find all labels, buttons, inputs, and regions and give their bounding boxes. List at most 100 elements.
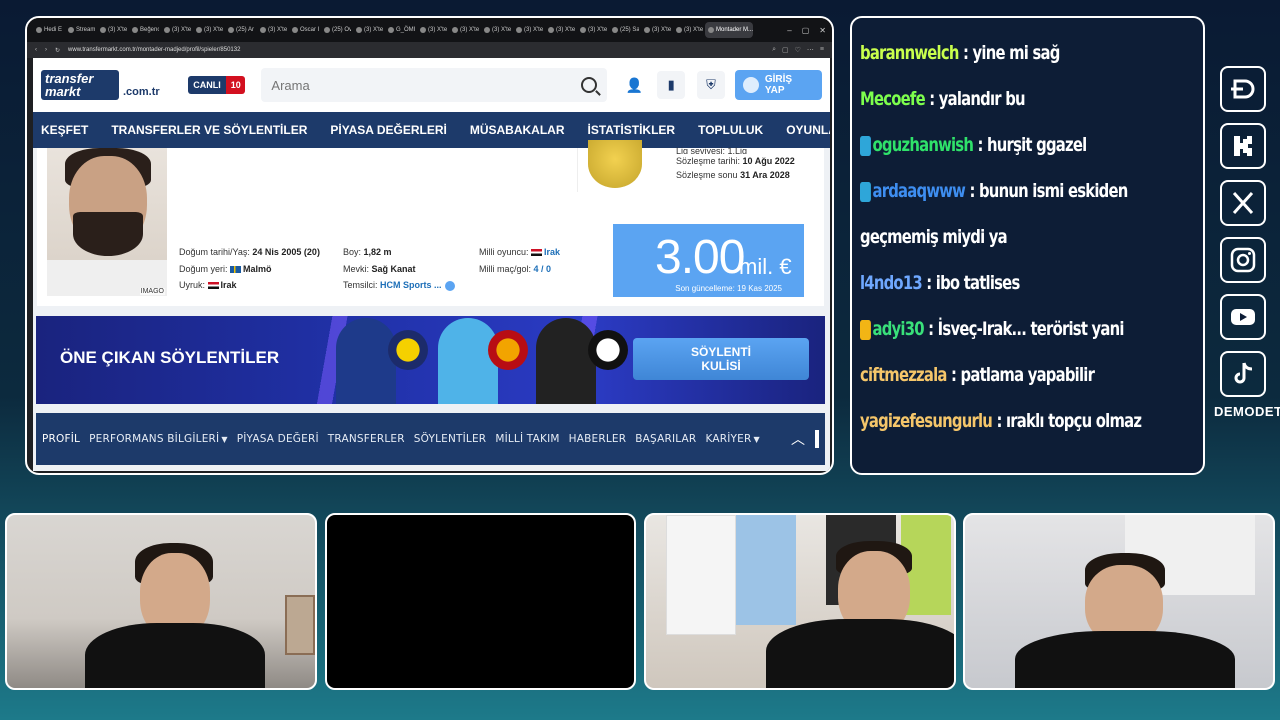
chat-username[interactable]: l4ndo13 [860, 272, 923, 294]
tab-label: (3) X'te [524, 27, 543, 33]
back-icon[interactable]: ‹ [35, 47, 37, 53]
maximize-icon[interactable]: ▢ [802, 26, 810, 35]
agent-link[interactable]: HCM Sports ... [380, 280, 442, 290]
browser-tab[interactable]: (3) X'te [97, 22, 127, 38]
chat-username[interactable]: ciftmezzala [860, 364, 947, 386]
browser-tab[interactable]: Stream [65, 22, 95, 38]
transfermarkt-logo[interactable]: transfer markt .com.tr [41, 68, 168, 102]
browser-tab[interactable]: G_ÖMI [385, 22, 415, 38]
chat-username[interactable]: barannwelch [860, 42, 959, 64]
browser-tab[interactable]: (25) Sa [609, 22, 639, 38]
browser-tab[interactable]: Oscar I [289, 22, 319, 38]
subnav-news[interactable]: HABERLER [569, 433, 627, 445]
screenshot-icon[interactable]: ▢ [782, 46, 789, 54]
bookmark-icon[interactable]: ♡ [795, 46, 801, 54]
browser-tab[interactable]: (3) X'te [193, 22, 223, 38]
agent-label: Temsilci: [343, 280, 378, 290]
url-field[interactable]: www.transfermarkt.com.tr/montader-madjed… [68, 47, 764, 53]
tab-favicon-icon [100, 27, 106, 33]
chat-username[interactable]: yagizefesungurlu [860, 410, 993, 432]
subnav-rumours[interactable]: SÖYLENTİLER [414, 433, 487, 445]
nav-item-statistics[interactable]: İSTATİSTİKLER [588, 123, 676, 137]
caret-down-icon: ▼ [753, 435, 760, 444]
chat-username[interactable]: adyi30 [872, 318, 924, 340]
browser-tab[interactable]: (3) X'te [417, 22, 447, 38]
kick-icon[interactable] [1220, 123, 1266, 169]
browser-tab[interactable]: Beğenc [129, 22, 159, 38]
subnav-market-value[interactable]: PİYASA DEĞERİ [237, 433, 319, 445]
tab-favicon-icon [356, 27, 362, 33]
live-badge[interactable]: CANLI 10 [188, 76, 246, 94]
nav-item-games[interactable]: OYUNLAR [786, 123, 830, 137]
subnav-national-team[interactable]: MİLLİ TAKIM [495, 433, 559, 445]
browser-tab[interactable]: (3) X'te [481, 22, 511, 38]
instagram-icon[interactable] [1220, 237, 1266, 283]
market-value-box[interactable]: 3.00 mil. € Son güncelleme: 19 Kas 2025 [613, 224, 804, 297]
browser-tab[interactable]: (3) X'te [513, 22, 543, 38]
logo-tld[interactable]: .com.tr [123, 86, 160, 98]
chevron-up-icon[interactable]: ︿ [791, 429, 805, 449]
chat-username[interactable]: oguzhanwish [872, 134, 973, 156]
rumour-mill-button[interactable]: SÖYLENTİ KULİSİ [633, 338, 809, 380]
tab-label: (3) X'te [268, 27, 287, 33]
browser-tab[interactable]: Hedi E [33, 22, 63, 38]
player-profile: IMAGO Lig seviyesi: 1.Lig Sözleşme tarih… [37, 140, 824, 306]
tab-favicon-icon [452, 27, 458, 33]
menu-icon[interactable]: ≡ [820, 46, 824, 54]
browser-tab[interactable]: (3) X'te [641, 22, 671, 38]
national-link[interactable]: Irak [544, 247, 560, 257]
extensions-icon[interactable]: ⋯ [807, 46, 814, 54]
nav-item-market-values[interactable]: PİYASA DEĞERLERİ [330, 123, 446, 137]
sweden-flag-icon [230, 265, 242, 273]
player-photo: IMAGO [47, 148, 167, 296]
tab-favicon-icon [580, 27, 586, 33]
chat-username[interactable]: ardaaqwww [872, 180, 965, 202]
youtube-icon[interactable] [1220, 294, 1266, 340]
subnav-career[interactable]: KARİYER ▼ [705, 433, 759, 445]
browser-tab[interactable]: (3) X'te [353, 22, 383, 38]
subnav-performance[interactable]: PERFORMANS BİLGİLERİ ▼ [89, 433, 228, 445]
shield-button[interactable]: ⛨ [697, 71, 725, 99]
tab-favicon-icon [516, 27, 522, 33]
reload-icon[interactable]: ↻ [55, 47, 60, 54]
browser-tab[interactable]: (3) X'te [577, 22, 607, 38]
caps-link[interactable]: 4 / 0 [534, 264, 552, 274]
login-button[interactable]: GİRİŞ YAP [734, 70, 823, 100]
nav-item-explore[interactable]: KEŞFET [41, 123, 88, 137]
nav-item-community[interactable]: TOPLULUK [698, 123, 763, 137]
browser-tab[interactable]: Montader M... [705, 22, 753, 38]
bookmark-button[interactable]: ▮ [657, 71, 686, 99]
user-search-icon[interactable]: 👤 [623, 74, 645, 96]
browser-tab[interactable]: (25) Ar [225, 22, 255, 38]
subnav-transfers[interactable]: TRANSFERLER [328, 433, 405, 445]
club-crest[interactable] [588, 140, 642, 188]
tab-label: Montader M... [716, 27, 753, 33]
browser-tab[interactable]: (3) X'te [449, 22, 479, 38]
minimize-icon[interactable]: – [787, 26, 791, 35]
browser-tab[interactable]: (25) Ov [321, 22, 351, 38]
subnav-profile[interactable]: PROFİL [42, 433, 80, 445]
forward-icon[interactable]: › [45, 47, 47, 53]
search-input[interactable] [271, 77, 582, 93]
sidebar-toggle-icon[interactable] [815, 430, 819, 448]
browser-tab[interactable]: (3) X'te [257, 22, 287, 38]
facts-col-3: Milli oyuncu: Irak Milli maç/gol: 4 / 0 [479, 244, 560, 277]
tab-favicon-icon [68, 27, 74, 33]
nav-item-competitions[interactable]: MÜSABAKALAR [470, 123, 565, 137]
search-icon[interactable]: ⌕ [772, 46, 776, 54]
browser-tab[interactable]: (3) X'te [161, 22, 191, 38]
browser-tab[interactable]: (3) X'te [545, 22, 575, 38]
live-label: CANLI [188, 76, 226, 94]
kick-like-icon[interactable] [1220, 66, 1266, 112]
nav-item-transfers[interactable]: TRANSFERLER VE SÖYLENTİLER [111, 123, 307, 137]
search-icon[interactable] [581, 77, 598, 93]
subnav-achievements[interactable]: BAŞARILAR [635, 433, 696, 445]
tab-favicon-icon [708, 27, 714, 33]
rumours-banner[interactable]: ÖNE ÇIKAN SÖYLENTİLER SÖYLENTİ KULİSİ [36, 316, 825, 404]
tiktok-icon[interactable] [1220, 351, 1266, 397]
close-icon[interactable]: ✕ [819, 26, 826, 35]
chat-message: l4ndo13 : ibo tatlises [860, 260, 1203, 306]
chat-username[interactable]: Mecoefe [860, 88, 926, 110]
x-icon[interactable] [1220, 180, 1266, 226]
browser-tab[interactable]: (3) X'te [673, 22, 703, 38]
